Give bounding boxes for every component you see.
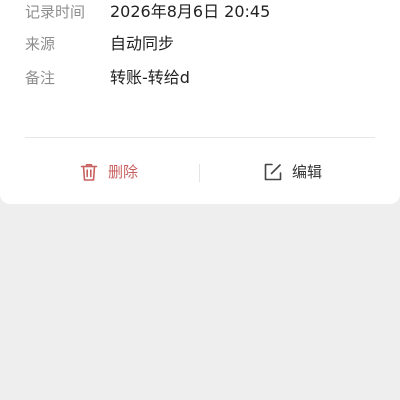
- note-label: 备注: [25, 69, 56, 87]
- action-bar: 删除 编辑: [0, 138, 400, 204]
- edit-label: 编辑: [292, 163, 323, 181]
- source-value: 自动同步: [110, 34, 175, 53]
- detail-row-note: 备注 转账-转给d: [0, 66, 400, 90]
- detail-row-record-time: 记录时间 2026年8月6日 20:45: [0, 0, 400, 24]
- trash-icon: [79, 162, 99, 182]
- delete-button[interactable]: 删除: [79, 160, 138, 184]
- edit-button[interactable]: 编辑: [263, 160, 322, 184]
- action-separator: [199, 164, 200, 182]
- delete-label: 删除: [108, 163, 139, 181]
- edit-icon: [263, 162, 283, 182]
- source-label: 来源: [25, 35, 56, 53]
- detail-row-source: 来源 自动同步: [0, 32, 400, 56]
- record-detail-sheet: 记录时间 2026年8月6日 20:45 来源 自动同步 备注 转账-转给d 删…: [0, 0, 400, 204]
- note-value: 转账-转给d: [110, 68, 190, 87]
- backdrop-area: [0, 204, 400, 400]
- record-time-label: 记录时间: [25, 3, 86, 21]
- record-time-value: 2026年8月6日 20:45: [110, 2, 271, 21]
